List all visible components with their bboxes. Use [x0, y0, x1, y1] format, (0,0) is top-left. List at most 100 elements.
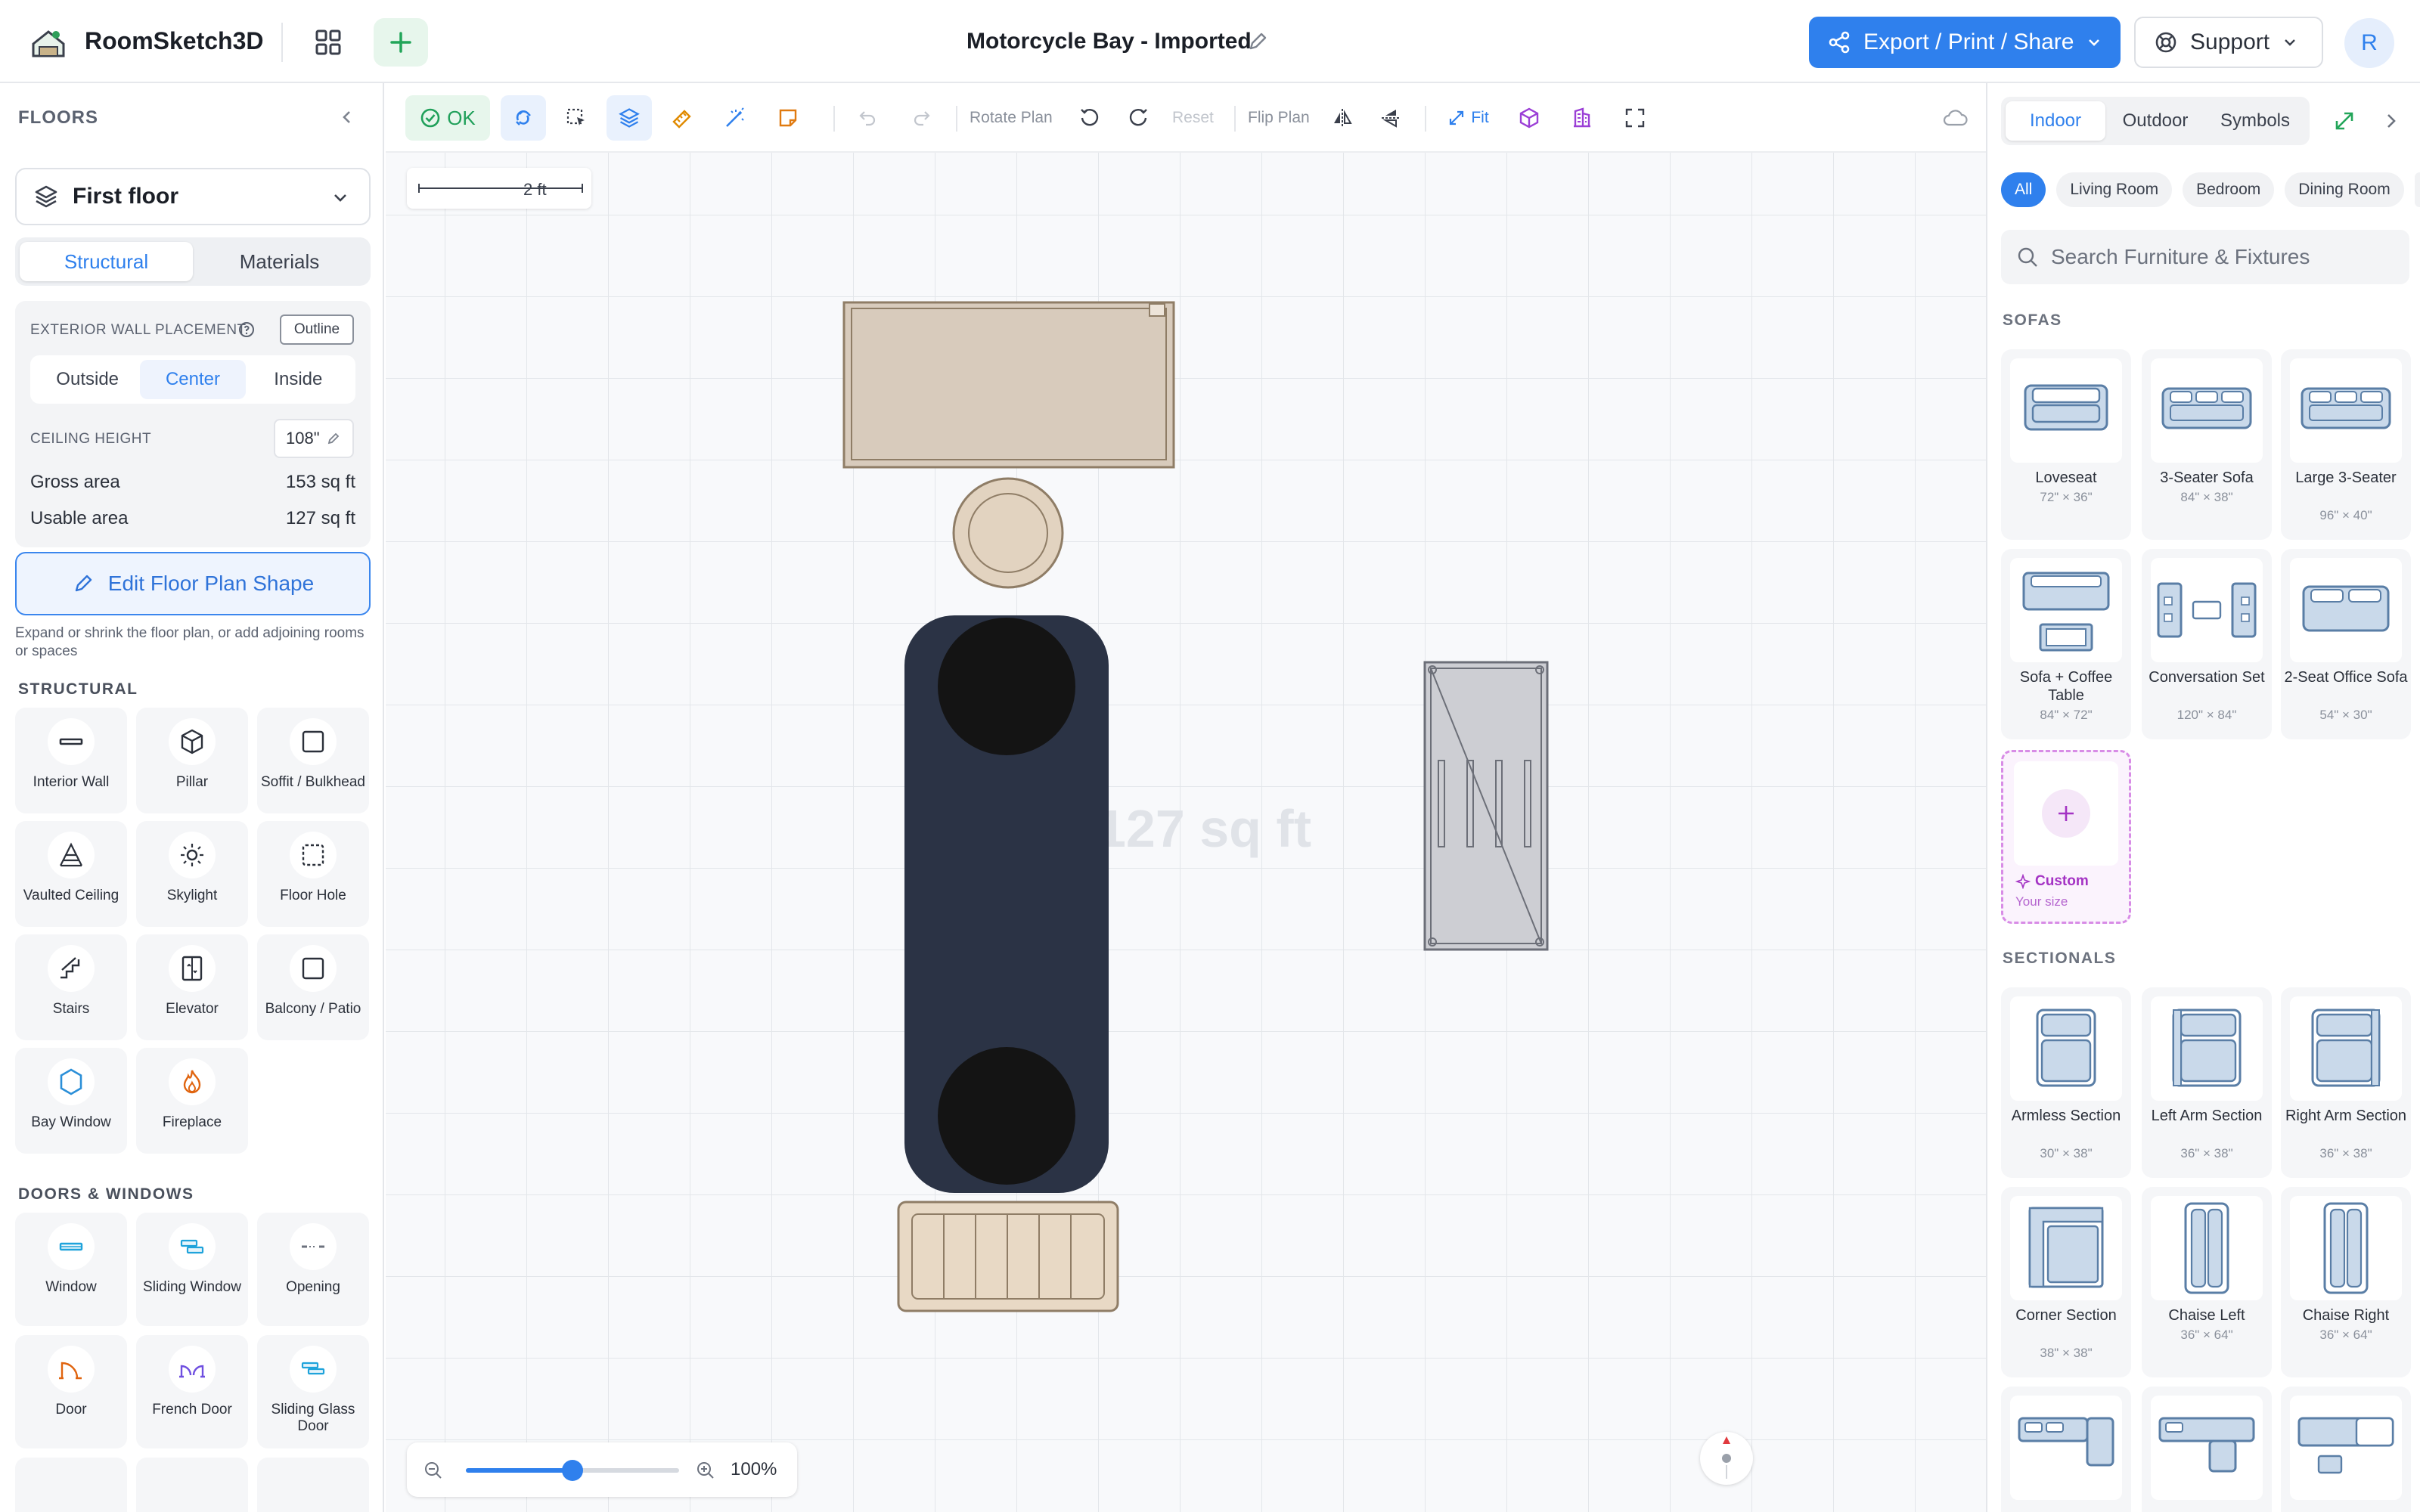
chevron-right-icon[interactable]	[2379, 109, 2403, 133]
tool-bay-window[interactable]: Bay Window	[15, 1048, 127, 1154]
ceiling-height-label: CEILING HEIGHT	[30, 431, 152, 447]
compass[interactable]	[1700, 1432, 1753, 1485]
tool-more[interactable]	[257, 1458, 369, 1512]
magnet-snap-button[interactable]	[501, 95, 546, 141]
motorcycle[interactable]	[903, 614, 1110, 1194]
note-button[interactable]	[767, 95, 809, 141]
tab-indoor[interactable]: Indoor	[2006, 101, 2105, 141]
furniture-card-sectional-set[interactable]	[2281, 1387, 2411, 1512]
chip-bedroom[interactable]: Bedroom	[2183, 172, 2275, 207]
tool-label: Opening	[286, 1279, 340, 1295]
stool[interactable]	[951, 476, 1065, 590]
furniture-card-large-3-seater[interactable]: Large 3-Seater 96" × 40"	[2281, 349, 2411, 540]
redo-button[interactable]	[904, 95, 939, 141]
workbench[interactable]	[842, 301, 1175, 469]
tool-door[interactable]: Door	[15, 1335, 127, 1448]
furniture-card-sectional-set[interactable]	[2142, 1387, 2272, 1512]
furniture-card-left-arm-section[interactable]: Left Arm Section 36" × 38"	[2142, 987, 2272, 1178]
ceiling-height-field[interactable]: 108"	[274, 419, 354, 458]
dashboard-button[interactable]	[309, 23, 348, 62]
export-print-share-button[interactable]: Export / Print / Share	[1809, 17, 2121, 68]
tool-more[interactable]	[15, 1458, 127, 1512]
chip-dining-room[interactable]: Dining Room	[2285, 172, 2404, 207]
placement-inside[interactable]: Inside	[246, 360, 351, 399]
ok-button[interactable]: OK	[405, 95, 490, 141]
cloud-sync-button[interactable]	[1936, 95, 1974, 141]
furniture-card-chaise-right[interactable]: Chaise Right 36" × 64"	[2281, 1187, 2411, 1377]
magic-wand-button[interactable]	[714, 95, 756, 141]
expand-panel-icon[interactable]	[2332, 109, 2356, 133]
undo-button[interactable]	[850, 95, 885, 141]
tool-stairs[interactable]: Stairs	[15, 934, 127, 1040]
outline-button[interactable]: Outline	[280, 314, 354, 345]
support-button[interactable]: Support	[2134, 17, 2323, 68]
furniture-search[interactable]	[2001, 230, 2409, 284]
add-button[interactable]	[374, 18, 428, 67]
fit-button[interactable]: Fit	[1438, 95, 1499, 141]
flip-horizontal-button[interactable]	[1325, 95, 1360, 141]
fullscreen-button[interactable]	[1615, 95, 1655, 141]
3d-view-button[interactable]	[1509, 95, 1549, 141]
edit-floor-plan-shape-button[interactable]: Edit Floor Plan Shape	[15, 552, 371, 615]
tool-window[interactable]: Window	[15, 1213, 127, 1326]
furniture-card-sectional-set[interactable]	[2001, 1387, 2131, 1512]
tool-skylight[interactable]: Skylight	[136, 821, 248, 927]
tool-pillar[interactable]: Pillar	[136, 708, 248, 813]
tool-more[interactable]	[136, 1458, 248, 1512]
custom-size-card[interactable]: Custom Your size	[2001, 750, 2131, 924]
flip-vertical-button[interactable]	[1373, 95, 1408, 141]
tool-sliding-glass-door[interactable]: Sliding Glass Door	[257, 1335, 369, 1448]
tool-cabinet[interactable]	[1423, 661, 1549, 951]
collapse-panel-icon[interactable]	[336, 106, 358, 129]
avatar[interactable]: R	[2344, 18, 2394, 68]
tool-sliding-window[interactable]: Sliding Window	[136, 1213, 248, 1326]
rotate-left-button[interactable]	[1071, 95, 1109, 141]
tool-fireplace[interactable]: Fireplace	[136, 1048, 248, 1154]
document-title[interactable]: Motorcycle Bay - Imported	[966, 29, 1252, 54]
measure-button[interactable]	[661, 95, 703, 141]
furniture-card-chaise-left[interactable]: Chaise Left 36" × 64"	[2142, 1187, 2272, 1377]
zoom-in-icon[interactable]	[696, 1461, 715, 1480]
tab-materials[interactable]: Materials	[193, 242, 366, 281]
furniture-dimensions: 120" × 84"	[2176, 708, 2237, 722]
placement-center[interactable]: Center	[140, 360, 246, 399]
chip-more[interactable]	[2414, 172, 2420, 207]
furniture-card-3-seater-sofa[interactable]: 3-Seater Sofa 84" × 38"	[2142, 349, 2272, 540]
furniture-card-loveseat[interactable]: Loveseat 72" × 36"	[2001, 349, 2131, 540]
chip-all[interactable]: All	[2001, 172, 2046, 207]
zoom-slider-handle[interactable]	[562, 1460, 583, 1481]
placement-outside[interactable]: Outside	[35, 360, 140, 399]
floor-plan-canvas[interactable]: 2 ft 127 sq ft 100%	[386, 153, 1986, 1512]
furniture-card-corner-section[interactable]: Corner Section 38" × 38"	[2001, 1187, 2131, 1377]
furniture-card-conversation-set[interactable]: Conversation Set 120" × 84"	[2142, 549, 2272, 739]
tab-outdoor[interactable]: Outdoor	[2105, 101, 2205, 141]
elevation-button[interactable]	[1562, 95, 1602, 141]
help-icon[interactable]	[237, 321, 256, 339]
furniture-card-armless-section[interactable]: Armless Section 30" × 38"	[2001, 987, 2131, 1178]
tab-structural[interactable]: Structural	[20, 242, 193, 281]
chip-living-room[interactable]: Living Room	[2056, 172, 2173, 207]
zoom-out-icon[interactable]	[424, 1461, 443, 1480]
furniture-card-2-seat-office-sofa[interactable]: 2-Seat Office Sofa 54" × 30"	[2281, 549, 2411, 739]
furniture-card-right-arm-section[interactable]: Right Arm Section 36" × 38"	[2281, 987, 2411, 1178]
rotate-right-button[interactable]	[1119, 95, 1157, 141]
tool-vaulted-ceiling[interactable]: Vaulted Ceiling	[15, 821, 127, 927]
floor-select[interactable]: First floor	[15, 168, 371, 225]
tool-interior-wall[interactable]: Interior Wall	[15, 708, 127, 813]
reset-button[interactable]: Reset	[1172, 109, 1214, 127]
furniture-card-sofa-coffee-table[interactable]: Sofa + Coffee Table 84" × 72"	[2001, 549, 2131, 739]
pencil-icon[interactable]	[1246, 30, 1269, 53]
search-input[interactable]	[2051, 245, 2384, 269]
tool-balcony-patio[interactable]: Balcony / Patio	[257, 934, 369, 1040]
layers-button[interactable]	[607, 95, 652, 141]
tool-french-door[interactable]: French Door	[136, 1335, 248, 1448]
tool-soffit-bulkhead[interactable]: Soffit / Bulkhead	[257, 708, 369, 813]
select-tool-button[interactable]	[555, 95, 597, 141]
tool-floor-hole[interactable]: Floor Hole	[257, 821, 369, 927]
flip-horizontal-icon	[1334, 109, 1352, 127]
tab-symbols[interactable]: Symbols	[2205, 101, 2305, 141]
floor-mat[interactable]	[897, 1201, 1119, 1312]
tool-elevator[interactable]: Elevator	[136, 934, 248, 1040]
tool-opening[interactable]: Opening	[257, 1213, 369, 1326]
zoom-slider[interactable]	[466, 1460, 679, 1481]
